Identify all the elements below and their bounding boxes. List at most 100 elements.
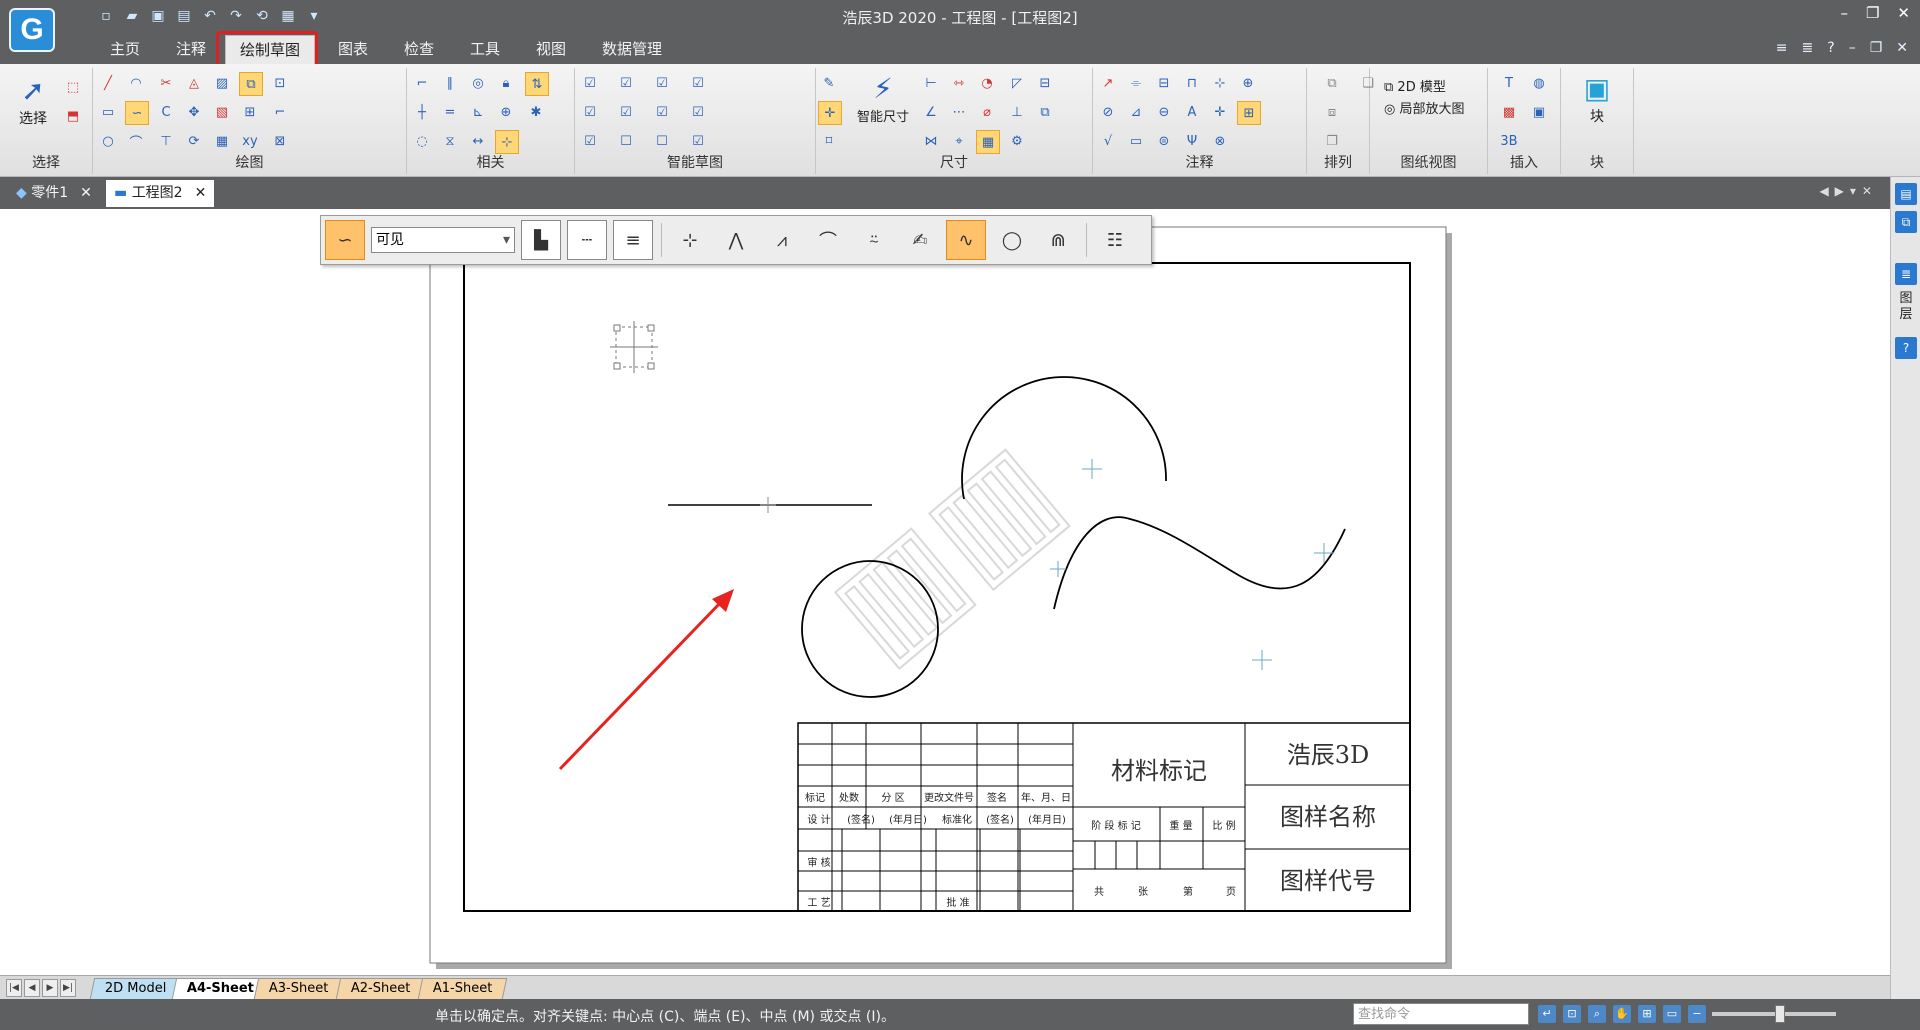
dim-style-icon[interactable]: ⚙ — [1006, 130, 1028, 152]
weld-icon[interactable]: ⌯ — [1125, 72, 1147, 94]
circle-icon[interactable]: ○ — [97, 130, 119, 152]
surface-texture-icon[interactable]: √ — [1097, 130, 1119, 152]
corner-icon[interactable]: ⌐ — [269, 101, 291, 123]
app-logo[interactable]: G — [9, 8, 55, 52]
xy-icon[interactable]: xy — [239, 130, 261, 152]
dim-between-icon[interactable]: ⊢ — [920, 72, 942, 94]
dim-symmetric-icon[interactable]: ⋈ — [920, 130, 942, 152]
tab-inspect[interactable]: 检查 — [404, 37, 434, 61]
horizontal-vertical-icon[interactable]: ┼ — [411, 101, 433, 123]
snap-end-icon[interactable]: ☑ — [579, 130, 601, 152]
smart-dimension-button[interactable]: ⚡︎ 智能尺寸 — [852, 72, 914, 125]
snap-line-icon[interactable]: ☑ — [579, 72, 601, 94]
select-box-icon[interactable]: ⬚ — [62, 76, 84, 98]
line-style-select[interactable]: 可见 ▾ — [371, 227, 515, 253]
bolt-hole-icon[interactable]: ⊗ — [1209, 130, 1231, 152]
zoom-out-icon[interactable]: − — [1688, 1005, 1706, 1023]
line-icon[interactable]: ╱ — [97, 72, 119, 94]
parallel-icon[interactable]: ∥ — [439, 72, 461, 94]
grid-icon[interactable]: ⊠ — [269, 130, 291, 152]
doc-tab-drawing2[interactable]: ▬ 工程图2 ✕ — [106, 180, 215, 207]
snap-center-icon[interactable]: ☑ — [615, 72, 637, 94]
curve-options-icon[interactable]: ∽ — [325, 220, 365, 260]
extend-icon[interactable]: ⊤ — [155, 130, 177, 152]
text-box-icon[interactable]: ⊓ — [1181, 72, 1203, 94]
prev-sheet-icon[interactable]: ◀ — [24, 979, 40, 997]
dim-angle-icon[interactable]: ∠ — [920, 101, 942, 123]
tab-charts[interactable]: 图表 — [338, 37, 368, 61]
line-color-icon[interactable]: ▙ — [521, 220, 561, 260]
dim-chamfer-icon[interactable]: ◸ — [1006, 72, 1028, 94]
block-button[interactable]: ▣ 块 — [1571, 72, 1623, 126]
dim-radius-icon[interactable]: ◔ — [976, 72, 998, 94]
annotation-table-icon[interactable]: ⊞ — [1237, 101, 1261, 125]
relation-assistant-icon[interactable]: ✱ — [525, 101, 547, 123]
edge-icon[interactable]: ▭ — [1125, 130, 1147, 152]
tab-view[interactable]: 视图 — [536, 37, 566, 61]
insert-image-icon[interactable]: ▩ — [1498, 101, 1520, 123]
zoom-area-icon[interactable]: ⌕ — [1588, 1005, 1606, 1023]
layers-label[interactable]: 图层 — [1895, 291, 1917, 323]
pathfinder-icon[interactable]: ⧉ — [1895, 211, 1917, 233]
tab-annotate[interactable]: 注释 — [176, 37, 206, 61]
curvature-icon[interactable]: ⋒ — [1038, 220, 1078, 260]
line-width-icon[interactable]: ≡ — [613, 220, 653, 260]
zoom-slider-thumb[interactable] — [1775, 1005, 1785, 1023]
trim-icon[interactable]: ✂ — [155, 72, 177, 94]
display-icon[interactable]: ▭ — [1663, 1005, 1681, 1023]
library-icon[interactable]: ▤ — [1895, 183, 1917, 205]
doc-close-icon[interactable]: ✕ — [1896, 40, 1908, 56]
connect-icon[interactable]: ↔ — [467, 130, 489, 152]
snap-vertical-icon[interactable]: ☑ — [687, 72, 709, 94]
dim-chain-icon[interactable]: ⋯ — [948, 101, 970, 123]
snap-parallel-icon[interactable]: ☐ — [651, 130, 673, 152]
note-icon[interactable]: ⌑ — [818, 130, 840, 152]
curve-icon[interactable]: ∽ — [125, 101, 149, 125]
close-icon[interactable]: ✕ — [80, 185, 92, 201]
closed-curve-icon[interactable]: ◯ — [992, 220, 1032, 260]
relation-handle-icon[interactable]: ⊹ — [495, 130, 519, 154]
include-icon[interactable]: ⊡ — [269, 72, 291, 94]
shape-edit-icon[interactable]: ⍨ — [854, 220, 894, 260]
last-sheet-icon[interactable]: ▶| — [60, 979, 76, 997]
datum-target-icon[interactable]: ⊖ — [1153, 101, 1175, 123]
construction-icon[interactable]: ⧉ — [239, 72, 263, 96]
fillet-icon[interactable]: ⌒ — [125, 130, 147, 152]
pan-icon[interactable]: ✋ — [1613, 1005, 1631, 1023]
ribbon-style2-icon[interactable]: ≣ — [1802, 40, 1814, 56]
sheet-tab-a1[interactable]: A1-Sheet — [417, 978, 508, 999]
dim-diameter-icon[interactable]: ⌀ — [976, 101, 998, 123]
add-point-icon[interactable]: ⊹ — [670, 220, 710, 260]
project-icon[interactable]: ⊞ — [239, 101, 261, 123]
drawing-sheet[interactable]: ▥▥ 材料标记 浩辰3D 图样名称 图样代号 标记 处数 分 区 更改文件号 签… — [0, 209, 1890, 975]
maintain-relations-icon[interactable]: ⇅ — [525, 72, 549, 96]
zoom-slider[interactable] — [1712, 1012, 1836, 1016]
tab-home[interactable]: 主页 — [110, 37, 140, 61]
mirror-icon[interactable]: ◬ — [183, 72, 205, 94]
dim-coordinate-icon[interactable]: ⌖ — [948, 130, 970, 152]
fill-icon[interactable]: ▨ — [211, 72, 233, 94]
snap-mid-icon[interactable]: ☑ — [579, 101, 601, 123]
model-2d-button[interactable]: ⧉ 2D 模型 — [1384, 76, 1446, 95]
center-mark-icon[interactable]: ⊹ — [1209, 72, 1231, 94]
sheet-tab-a2[interactable]: A2-Sheet — [335, 978, 426, 999]
feature-control-icon[interactable]: ⊟ — [1153, 72, 1175, 94]
snap-corner-icon[interactable]: ☑ — [687, 101, 709, 123]
freehand-icon[interactable]: ✍ — [900, 220, 940, 260]
detail-view-button[interactable]: ◎ 局部放大图 — [1384, 98, 1465, 117]
select-filter-icon[interactable]: ⬒ — [62, 105, 84, 127]
pin-icon[interactable]: ✎ — [818, 72, 840, 94]
restore-button[interactable]: ❐ — [1866, 4, 1879, 22]
datum-icon[interactable]: ⊿ — [1125, 101, 1147, 123]
annotation-misc-icon[interactable]: ⊕ — [1237, 72, 1259, 94]
symmetric-icon[interactable]: ⧖ — [439, 130, 461, 152]
rectangle-icon[interactable]: ▭ — [97, 101, 119, 123]
dim-table-icon[interactable]: ▦ — [976, 130, 1000, 154]
insert-object-icon[interactable]: ▣ — [1528, 101, 1550, 123]
help-panel-icon[interactable]: ? — [1895, 337, 1917, 359]
tangent-icon[interactable]: ◌ — [411, 130, 433, 152]
first-sheet-icon[interactable]: |◀ — [6, 979, 22, 997]
snap-cross-icon[interactable]: ☑ — [615, 101, 637, 123]
ribbon-style-icon[interactable]: ≡ — [1776, 40, 1788, 56]
view-box-icon[interactable]: ⊞ — [1638, 1005, 1656, 1023]
